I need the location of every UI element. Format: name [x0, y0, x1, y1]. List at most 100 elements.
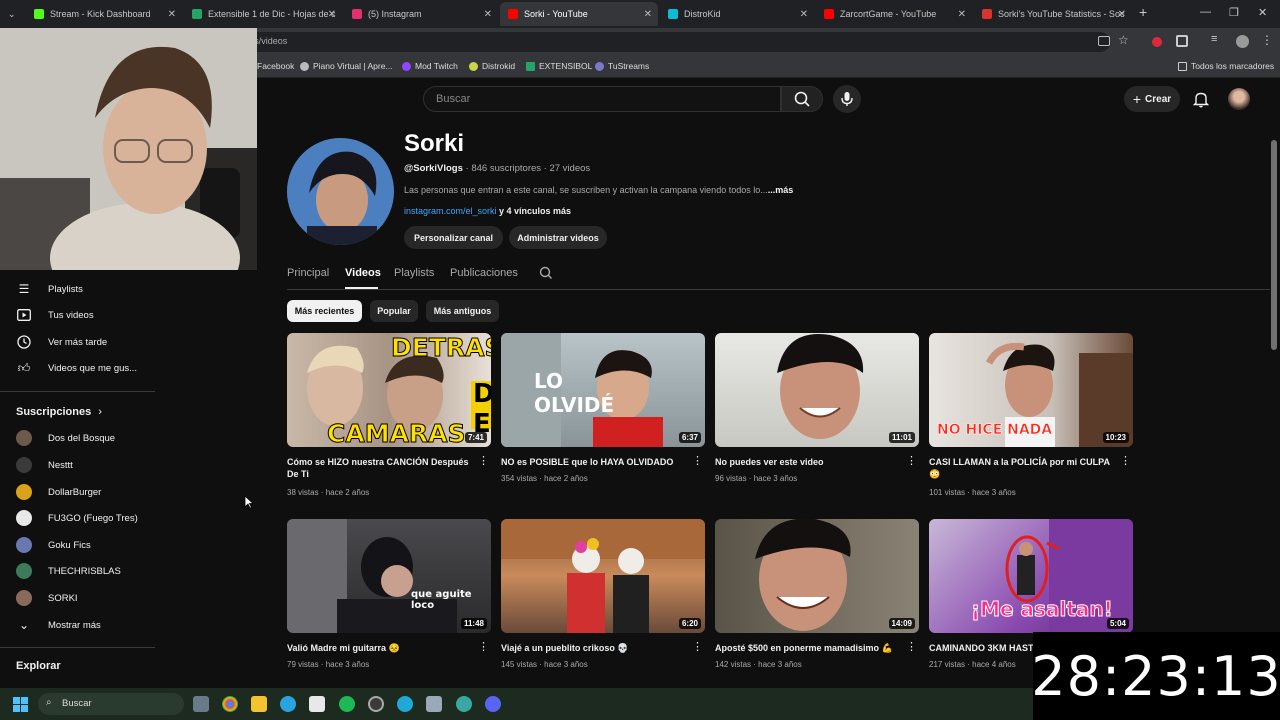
page-scrollbar[interactable] — [1271, 140, 1277, 350]
tab-instagram[interactable]: (5) Instagram ✕ — [344, 2, 498, 26]
sidebar-sub-dollarburger[interactable]: DollarBurger — [0, 479, 155, 505]
bookmark-mod-twitch[interactable]: Mod Twitch — [402, 61, 458, 71]
close-window-button[interactable]: ✕ — [1258, 6, 1267, 19]
search-button[interactable] — [781, 86, 823, 112]
close-icon[interactable]: ✕ — [168, 9, 176, 20]
chrome-icon[interactable] — [222, 696, 238, 712]
sidebar-sub-nesttt[interactable]: Nesttt — [0, 452, 155, 478]
obs-icon[interactable] — [368, 696, 384, 712]
channel-links[interactable]: instagram.com/el_sorki y 4 vínculos más — [404, 206, 571, 216]
video-title[interactable]: Viajé a un pueblito crikoso 💀 — [501, 642, 683, 654]
filter-recent[interactable]: Más recientes — [287, 300, 362, 322]
bookmark-distrokid[interactable]: Distrokid — [469, 61, 515, 71]
maximize-button[interactable]: ❐ — [1229, 6, 1239, 19]
video-thumbnail[interactable]: 14:09 — [715, 519, 919, 633]
sidebar-sub-dos-del-bosque[interactable]: Dos del Bosque — [0, 425, 155, 451]
search-input[interactable]: Buscar — [423, 86, 781, 112]
video-menu-icon[interactable]: ⋮ — [1120, 456, 1131, 467]
close-icon[interactable]: ✕ — [958, 9, 966, 20]
manage-videos-button[interactable]: Administrar videos — [509, 226, 607, 249]
sidebar-show-more[interactable]: ⌄ Mostrar más — [0, 612, 155, 638]
video-title[interactable]: No puedes ver este video — [715, 456, 897, 468]
video-thumbnail[interactable]: DETRAS DE CAMARAS 7:41 — [287, 333, 491, 447]
sidebar-sub-sorki[interactable]: SORKI — [0, 585, 155, 611]
video-thumbnail[interactable]: 11:01 — [715, 333, 919, 447]
all-bookmarks[interactable]: Todos los marcadores — [1178, 61, 1274, 71]
video-menu-icon[interactable]: ⋮ — [906, 642, 917, 653]
tab-search-menu[interactable]: ⌄ — [0, 2, 24, 26]
description-more-link[interactable]: ...más — [768, 185, 794, 195]
account-avatar[interactable] — [1228, 88, 1250, 110]
sidebar-item-playlists[interactable]: ☰ Playlists — [0, 276, 155, 302]
sidebar-sub-goku-fics[interactable]: Goku Fics — [0, 532, 155, 558]
tab-publicaciones[interactable]: Publicaciones — [450, 267, 518, 279]
video-thumbnail[interactable]: NO HICE NADA 10:23 — [929, 333, 1133, 447]
more-links[interactable]: y 4 vínculos más — [497, 206, 571, 216]
bookmark-piano[interactable]: Piano Virtual | Apre... — [300, 61, 393, 71]
extensions-puzzle-icon[interactable] — [1176, 35, 1188, 47]
video-thumbnail[interactable]: ¡Me asaltan! 5:04 — [929, 519, 1133, 633]
filter-popular[interactable]: Popular — [370, 300, 418, 322]
customize-channel-button[interactable]: Personalizar canal — [404, 226, 503, 249]
notifications-button[interactable] — [1192, 90, 1210, 108]
filter-oldest[interactable]: Más antiguos — [426, 300, 499, 322]
sidebar-item-liked-videos[interactable]: 👍︎ Videos que me gus... — [0, 355, 155, 381]
close-icon[interactable]: ✕ — [644, 9, 652, 20]
voice-search-button[interactable] — [833, 85, 861, 113]
capcut-icon[interactable] — [309, 696, 325, 712]
globe-icon[interactable] — [456, 696, 472, 712]
video-title[interactable]: Aposté $500 en ponerme mamadisimo 💪 — [715, 642, 897, 654]
new-tab-button[interactable]: + — [1139, 4, 1147, 20]
install-app-icon[interactable] — [1098, 36, 1110, 46]
task-view-icon[interactable] — [193, 696, 209, 712]
create-button[interactable]: + Crear — [1124, 86, 1180, 112]
close-icon[interactable]: ✕ — [800, 9, 808, 20]
taskbar-search[interactable]: ⌕ Buscar — [38, 693, 184, 715]
telegram-icon[interactable] — [280, 696, 296, 712]
close-icon[interactable]: ✕ — [328, 9, 336, 20]
close-icon[interactable]: ✕ — [1118, 9, 1126, 20]
discord-icon[interactable] — [485, 696, 501, 712]
file-explorer-icon[interactable] — [251, 696, 267, 712]
video-menu-icon[interactable]: ⋮ — [692, 642, 703, 653]
video-menu-icon[interactable]: ⋮ — [906, 456, 917, 467]
video-title[interactable]: Cómo se HIZO nuestra CANCIÓN Después De … — [287, 456, 469, 480]
tab-principal[interactable]: Principal — [287, 267, 329, 279]
sidebar-sub-thechrisblas[interactable]: THECHRISBLAS — [0, 558, 155, 584]
sidebar-item-your-videos[interactable]: Tus videos — [0, 302, 155, 328]
bookmark-tustreams[interactable]: TuStreams — [595, 61, 649, 71]
calculator-icon[interactable] — [426, 696, 442, 712]
instagram-link[interactable]: instagram.com/el_sorki — [404, 206, 497, 216]
kebab-menu-icon[interactable]: ⋮ — [1261, 33, 1273, 47]
sidebar-sub-fu3go[interactable]: FU3GO (Fuego Tres) — [0, 505, 155, 531]
video-thumbnail[interactable]: que aguite loco 11:48 — [287, 519, 491, 633]
tab-youtube-sorki[interactable]: Sorki - YouTube ✕ — [500, 2, 658, 26]
tab-sheets[interactable]: Extensible 1 de Dic - Hojas de c ✕ — [184, 2, 342, 26]
subscriptions-heading[interactable]: Suscripciones › — [16, 406, 102, 418]
tab-zarcort[interactable]: ZarcortGame - YouTube ✕ — [816, 2, 972, 26]
tab-kick[interactable]: Stream - Kick Dashboard ✕ — [26, 2, 182, 26]
video-thumbnail[interactable]: LO OLVIDÉ 6:37 — [501, 333, 705, 447]
spotify-icon[interactable] — [339, 696, 355, 712]
tab-videos[interactable]: Videos — [345, 267, 381, 279]
media-control-icon[interactable]: ≡ — [1211, 33, 1217, 45]
minimize-button[interactable]: — — [1200, 6, 1211, 18]
video-menu-icon[interactable]: ⋮ — [692, 456, 703, 467]
tab-playlists[interactable]: Playlists — [394, 267, 434, 279]
bookmark-facebook[interactable]: Facebook — [257, 61, 294, 71]
video-title[interactable]: Valió Madre mi guitarra 😣 — [287, 642, 469, 654]
channel-search-button[interactable] — [539, 266, 553, 285]
tab-distrokid[interactable]: DistroKid ✕ — [660, 2, 814, 26]
profile-icon[interactable] — [1236, 35, 1249, 48]
video-title[interactable]: NO es POSIBLE que lo HAYA OLVIDADO — [501, 456, 683, 468]
edge-icon[interactable] — [397, 696, 413, 712]
channel-description[interactable]: Las personas que entran a este canal, se… — [404, 185, 793, 195]
windows-start-icon[interactable] — [13, 697, 28, 717]
video-title[interactable]: CASI LLAMAN a la POLICÍA por mi CULPA 😳 — [929, 456, 1111, 480]
extension-icon[interactable] — [1152, 37, 1162, 47]
bookmark-extensibol[interactable]: EXTENSIBOL — [526, 61, 592, 71]
tab-statistics[interactable]: Sorki's YouTube Statistics - Soc ✕ — [974, 2, 1132, 26]
channel-avatar-large[interactable] — [287, 138, 394, 245]
sidebar-item-watch-later[interactable]: Ver más tarde — [0, 329, 155, 355]
video-thumbnail[interactable]: 6:20 — [501, 519, 705, 633]
